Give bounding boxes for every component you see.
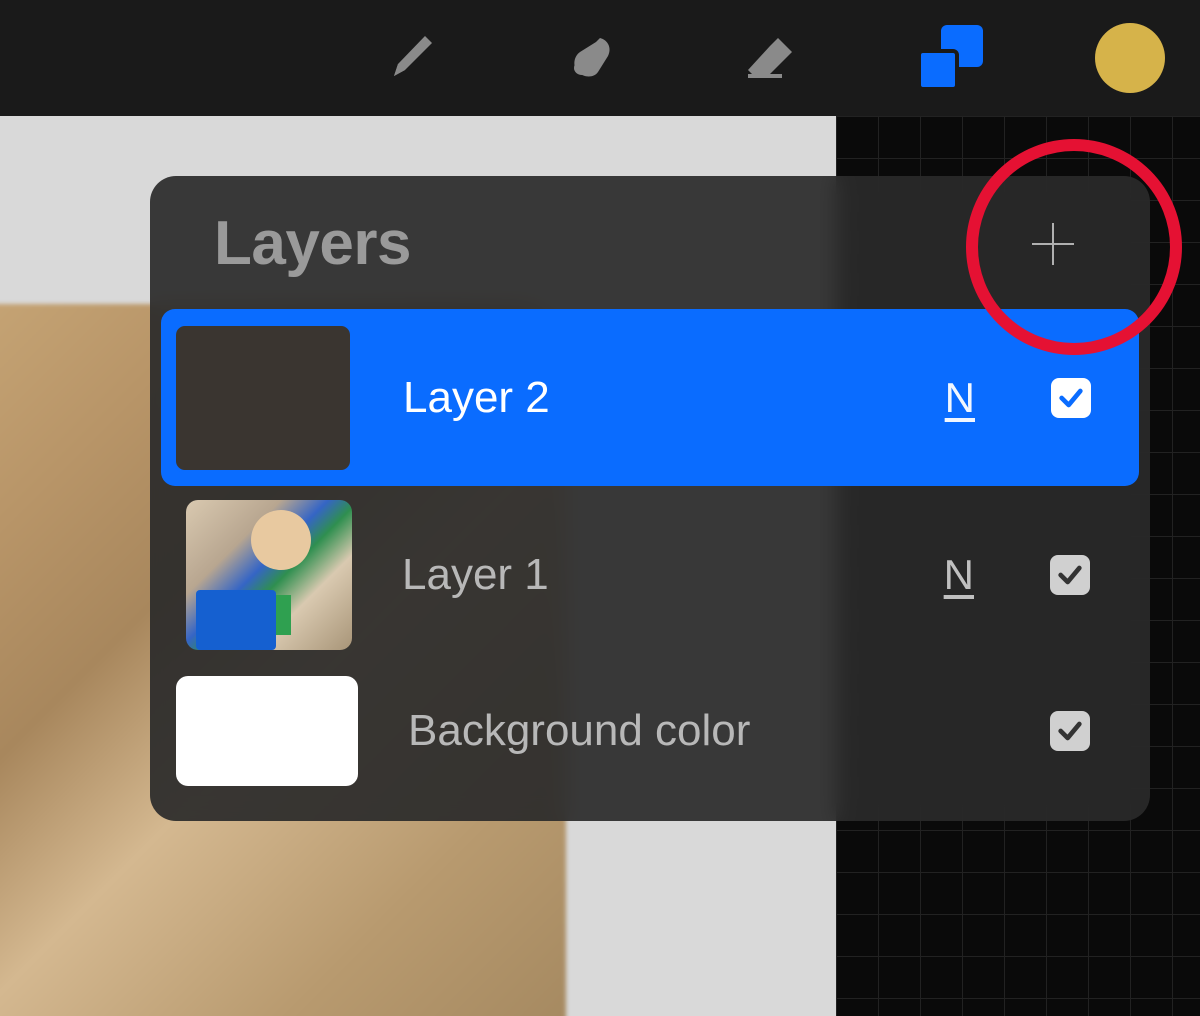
layers-panel-title: Layers — [214, 208, 411, 279]
layer-name-label: Background color — [408, 706, 1000, 756]
layer-visibility-checkbox[interactable] — [1050, 555, 1090, 595]
eraser-tool-icon[interactable] — [735, 23, 805, 93]
layers-panel-header: Layers — [150, 176, 1150, 309]
color-swatch-icon[interactable] — [1095, 23, 1165, 93]
plus-icon — [1028, 219, 1078, 269]
brush-tool-icon[interactable] — [375, 23, 445, 93]
layers-tool-icon[interactable] — [915, 23, 985, 93]
layer-thumbnail[interactable] — [186, 500, 352, 650]
layer-thumbnail[interactable] — [176, 676, 358, 786]
layer-row[interactable]: Layer 1 N — [162, 486, 1138, 663]
layer-name-label: Layer 1 — [402, 550, 894, 600]
background-layer-row[interactable]: Background color — [162, 663, 1138, 799]
blend-mode-button[interactable]: N — [945, 374, 975, 422]
layer-row-selected[interactable]: Layer 2 N — [161, 309, 1139, 486]
toolbar — [0, 0, 1200, 116]
layers-panel: Layers Layer 2 N Layer 1 N Backgroun — [150, 176, 1150, 821]
layer-visibility-checkbox[interactable] — [1050, 711, 1090, 751]
check-icon — [1057, 384, 1085, 412]
smudge-tool-icon[interactable] — [555, 23, 625, 93]
check-icon — [1056, 717, 1084, 745]
layer-visibility-checkbox[interactable] — [1051, 378, 1091, 418]
add-layer-button[interactable] — [1028, 219, 1078, 269]
layer-name-label: Layer 2 — [403, 373, 895, 423]
blend-mode-button[interactable]: N — [944, 551, 974, 599]
layer-thumbnail[interactable] — [173, 323, 353, 473]
check-icon — [1056, 561, 1084, 589]
